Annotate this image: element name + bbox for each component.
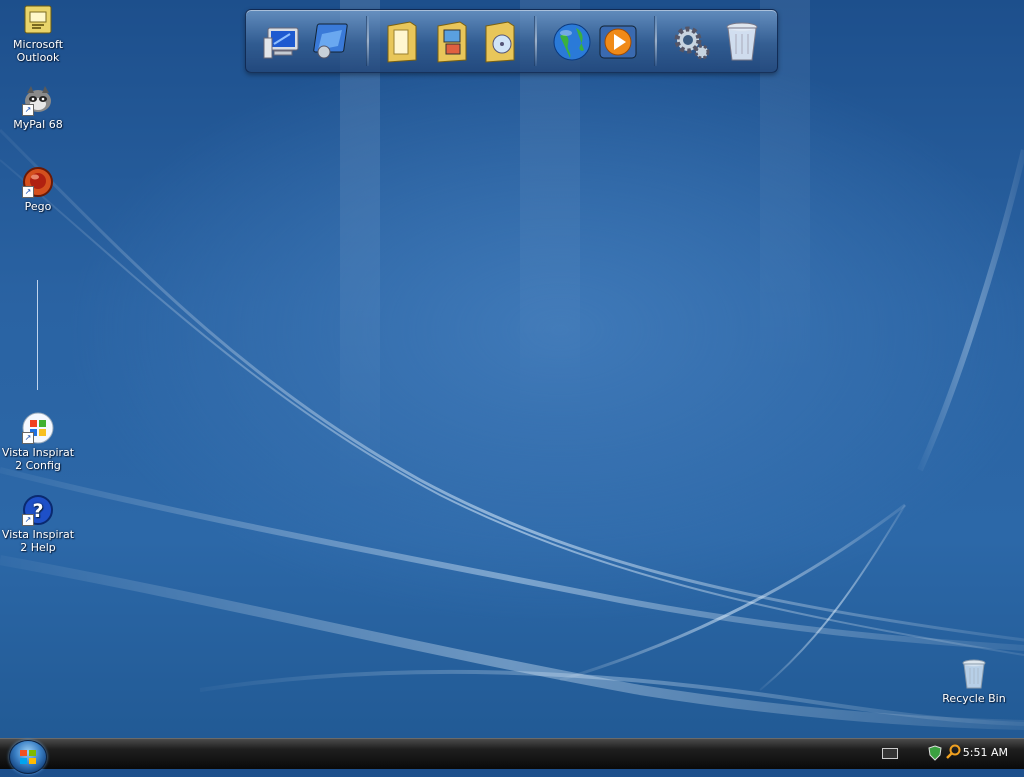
icon-label: Vista Inspirat 2 Config: [1, 446, 75, 472]
media-player-icon[interactable]: [596, 20, 640, 64]
shortcut-arrow-icon: ↗: [22, 514, 34, 526]
desktop-icon-vista-help[interactable]: ? ↗ Vista Inspirat 2 Help: [0, 494, 76, 554]
recycle-bin-icon: [958, 658, 990, 690]
shortcut-arrow-icon: ↗: [22, 186, 34, 198]
desktop-icon-pego[interactable]: ↗ Pego: [0, 166, 76, 213]
start-button[interactable]: [9, 740, 47, 774]
icon-label: MyPal 68: [13, 118, 63, 131]
icon-label: Vista Inspirat 2 Help: [1, 528, 75, 554]
settings-gears-icon[interactable]: [670, 20, 714, 64]
music-folder-icon[interactable]: [478, 20, 522, 64]
help-icon: ? ↗: [22, 494, 54, 526]
shortcut-arrow-icon: ↗: [22, 432, 34, 444]
keyboard-icon[interactable]: [882, 748, 898, 759]
desktop-icon-recycle-bin[interactable]: Recycle Bin: [936, 658, 1012, 705]
security-shield-icon[interactable]: [928, 745, 942, 761]
dock-separator: [534, 16, 537, 66]
pictures-folder-icon[interactable]: [430, 20, 474, 64]
outlook-icon: [22, 4, 54, 36]
icon-label: Pego: [24, 200, 52, 213]
application-dock: [245, 9, 778, 73]
windows-flag-icon: ↗: [22, 412, 54, 444]
dock-separator: [654, 16, 657, 66]
search-magnifier-icon[interactable]: [946, 744, 962, 760]
icon-label: Recycle Bin: [942, 692, 1006, 705]
selection-line: [37, 280, 38, 390]
desktop-icon-outlook[interactable]: Microsoft Outlook: [0, 4, 76, 64]
windows-logo-icon: [20, 750, 36, 764]
icon-label: Microsoft Outlook: [12, 38, 64, 64]
svg-text:?: ?: [32, 500, 43, 522]
shortcut-arrow-icon: ↗: [22, 104, 34, 116]
taskbar-clock[interactable]: 5:51 AM: [963, 746, 1008, 759]
documents-folder-icon[interactable]: [380, 20, 424, 64]
pego-icon: ↗: [22, 166, 54, 198]
internet-globe-icon[interactable]: [550, 20, 594, 64]
control-panel-icon[interactable]: [308, 20, 352, 64]
raccoon-browser-icon: ↗: [22, 84, 54, 116]
desktop-icon-mypal[interactable]: ↗ MyPal 68: [0, 84, 76, 131]
trash-icon[interactable]: [720, 20, 764, 64]
desktop-wallpaper: [0, 0, 1024, 730]
dock-separator: [366, 16, 369, 66]
desktop-icon-vista-config[interactable]: ↗ Vista Inspirat 2 Config: [0, 412, 76, 472]
my-computer-icon[interactable]: [262, 20, 306, 64]
